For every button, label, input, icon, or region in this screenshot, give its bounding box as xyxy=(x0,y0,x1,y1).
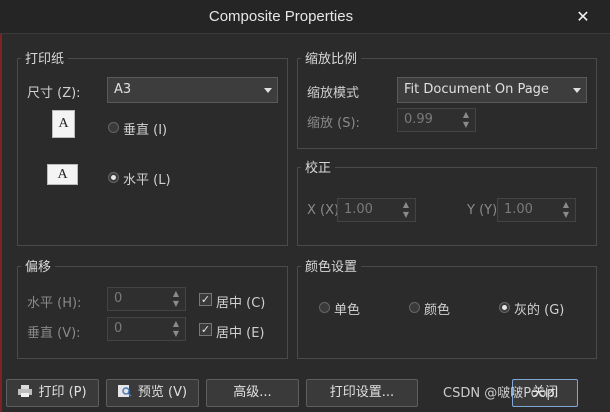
portrait-icon-letter: A xyxy=(58,116,69,131)
title-bar: Composite Properties ✕ xyxy=(0,0,610,34)
paper-size-label: 尺寸 (Z): xyxy=(27,86,81,101)
landscape-icon-letter: A xyxy=(57,167,68,182)
landscape-label[interactable]: 水平 (L) xyxy=(123,169,171,188)
spin-up-icon[interactable]: ▲ xyxy=(561,201,571,209)
close-icon[interactable]: ✕ xyxy=(571,6,595,28)
spin-down-icon[interactable]: ▼ xyxy=(461,121,471,129)
scale-group-title: 缩放比例 xyxy=(301,48,362,67)
scale-label: 缩放 (S): xyxy=(307,116,360,131)
scale-value: 0.99 xyxy=(404,112,433,127)
paper-size-value: A3 xyxy=(114,82,132,97)
offset-h-stepper[interactable]: 0 ▲ ▼ xyxy=(107,287,186,311)
print-button-label: 打印 (P) xyxy=(38,385,87,400)
mono-radio[interactable] xyxy=(319,302,330,313)
chevron-down-icon xyxy=(264,88,272,93)
print-setup-button-label: 打印设置... xyxy=(329,385,395,400)
scale-mode-label: 缩放模式 xyxy=(307,86,360,101)
composite-properties-dialog: Composite Properties ✕ 打印纸 尺寸 (Z): A3 A … xyxy=(0,0,610,412)
printer-icon xyxy=(18,381,33,397)
center-vertical-label[interactable]: 居中 (E) xyxy=(216,322,265,341)
offset-h-label: 水平 (H): xyxy=(27,296,82,311)
color-label[interactable]: 颜色 xyxy=(424,299,450,318)
watermark-text: CSDN @啵啵Poopl xyxy=(443,386,559,401)
offset-v-stepper[interactable]: 0 ▲ ▼ xyxy=(107,317,186,341)
advanced-button-label: 高级... xyxy=(233,385,272,400)
spin-up-icon[interactable]: ▲ xyxy=(171,320,181,328)
preview-icon xyxy=(117,381,132,397)
advanced-button[interactable]: 高级... xyxy=(206,379,299,407)
print-setup-button[interactable]: 打印设置... xyxy=(306,379,418,407)
mono-label[interactable]: 单色 xyxy=(334,299,360,318)
portrait-page-icon: A xyxy=(52,110,75,138)
spin-up-icon[interactable]: ▲ xyxy=(171,290,181,298)
offset-group-title: 偏移 xyxy=(21,256,56,275)
print-button[interactable]: 打印 (P) xyxy=(6,379,99,407)
center-horizontal-checkbox[interactable]: ✓ xyxy=(199,293,212,306)
color-group-title: 颜色设置 xyxy=(301,256,362,275)
center-vertical-checkbox[interactable]: ✓ xyxy=(199,323,212,336)
scale-mode-select[interactable]: Fit Document On Page xyxy=(397,77,587,103)
scale-stepper[interactable]: 0.99 ▲ ▼ xyxy=(397,108,476,132)
spin-down-icon[interactable]: ▼ xyxy=(561,211,571,219)
offset-group xyxy=(17,266,288,359)
paper-group-title: 打印纸 xyxy=(21,48,69,67)
center-horizontal-label[interactable]: 居中 (C) xyxy=(216,292,265,311)
dialog-title: Composite Properties xyxy=(208,8,354,25)
correction-y-value: 1.00 xyxy=(504,202,533,217)
spin-down-icon[interactable]: ▼ xyxy=(171,330,181,338)
color-radio[interactable] xyxy=(409,302,420,313)
correction-x-value: 1.00 xyxy=(344,202,373,217)
preview-button[interactable]: 预览 (V) xyxy=(106,379,199,407)
spin-up-icon[interactable]: ▲ xyxy=(401,201,411,209)
chevron-down-icon xyxy=(573,88,581,93)
landscape-page-icon: A xyxy=(47,164,78,185)
correction-y-label: Y (Y) xyxy=(467,203,498,218)
portrait-label[interactable]: 垂直 (I) xyxy=(123,119,167,138)
offset-v-value: 0 xyxy=(114,321,123,336)
landscape-radio[interactable] xyxy=(108,172,119,183)
portrait-radio[interactable] xyxy=(108,122,119,133)
scale-group xyxy=(297,58,597,149)
spin-down-icon[interactable]: ▼ xyxy=(171,300,181,308)
correction-group-title: 校正 xyxy=(301,157,336,176)
spin-down-icon[interactable]: ▼ xyxy=(401,211,411,219)
correction-x-stepper[interactable]: 1.00 ▲ ▼ xyxy=(337,198,416,222)
correction-x-label: X (X) xyxy=(307,203,340,218)
background-edge xyxy=(0,0,2,412)
gray-label[interactable]: 灰的 (G) xyxy=(514,299,564,318)
preview-button-label: 预览 (V) xyxy=(137,385,188,400)
offset-v-label: 垂直 (V): xyxy=(27,326,81,341)
scale-mode-value: Fit Document On Page xyxy=(404,82,549,97)
offset-h-value: 0 xyxy=(114,291,123,306)
gray-radio[interactable] xyxy=(499,302,510,313)
paper-size-select[interactable]: A3 xyxy=(107,77,278,103)
correction-y-stepper[interactable]: 1.00 ▲ ▼ xyxy=(497,198,576,222)
spin-up-icon[interactable]: ▲ xyxy=(461,111,471,119)
